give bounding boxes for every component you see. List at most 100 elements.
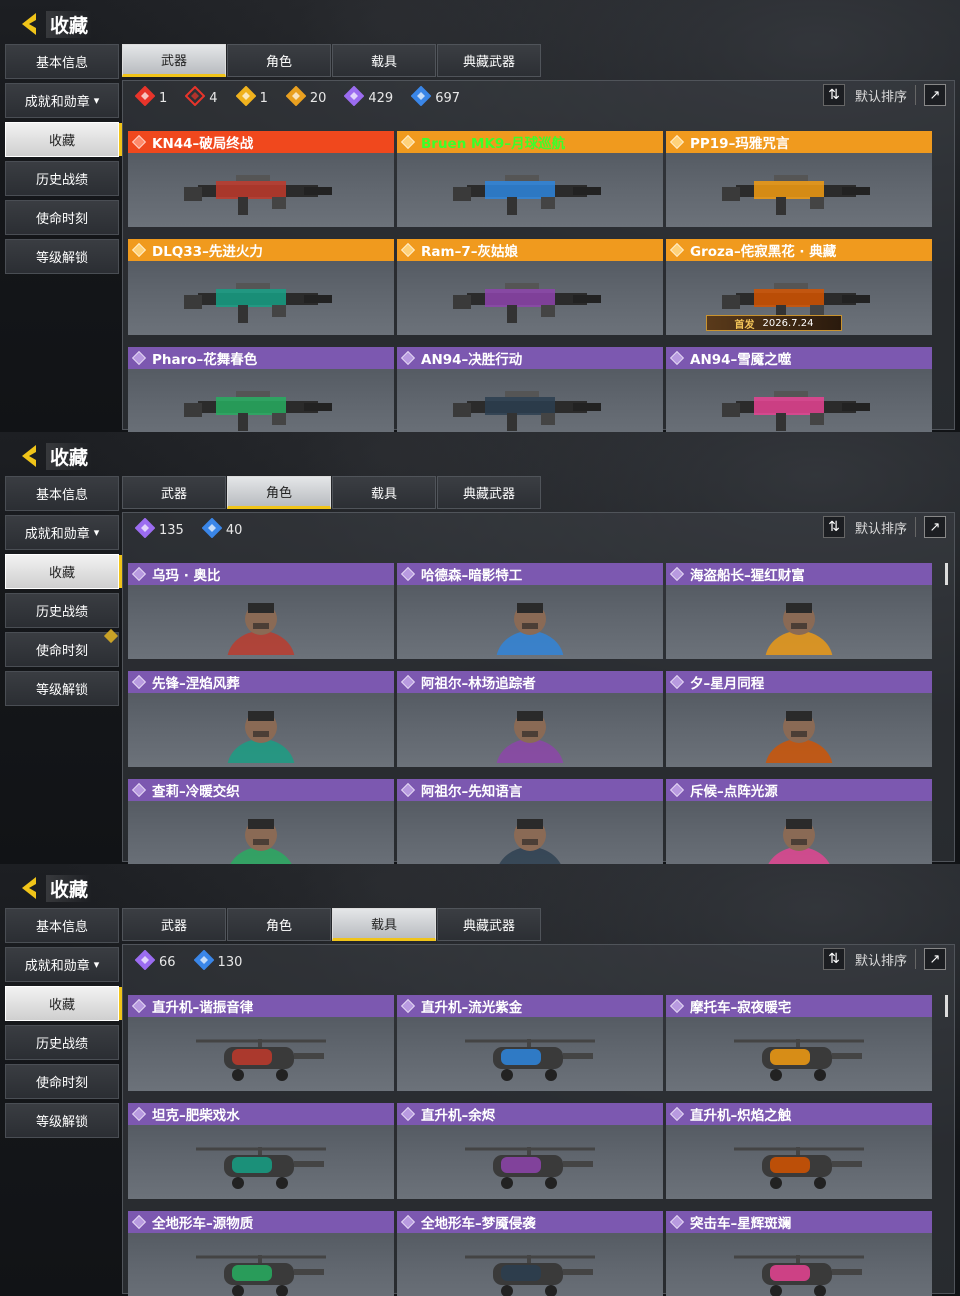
sidebar-item[interactable]: 收藏: [5, 986, 123, 1021]
sort-label[interactable]: 默认排序: [855, 86, 907, 105]
sort-toggle-icon[interactable]: ⇅: [822, 948, 845, 970]
collection-card[interactable]: Pharo–花舞春色: [128, 347, 394, 432]
sidebar-item[interactable]: 历史战绩: [5, 1025, 119, 1060]
sort-label[interactable]: 默认排序: [855, 518, 907, 537]
item-grid: KN44–破局终战 Bruen MK9–月球巡航 PP19–玛雅咒言 DLQ33…: [128, 131, 933, 432]
category-tab[interactable]: 角色: [227, 908, 331, 941]
page-title: 收藏: [46, 442, 93, 470]
collection-card[interactable]: KN44–破局终战: [128, 131, 394, 227]
collection-card[interactable]: 全地形车–梦魇侵袭: [397, 1211, 663, 1296]
share-icon[interactable]: ↗: [924, 516, 946, 538]
scrollbar[interactable]: [945, 995, 948, 1017]
collection-card[interactable]: 摩托车–寂夜暖宅: [666, 995, 932, 1091]
sort-toggle-icon[interactable]: ⇅: [822, 516, 845, 538]
sidebar-item[interactable]: 基本信息: [5, 44, 119, 79]
category-tab[interactable]: 载具: [332, 908, 436, 941]
collection-card[interactable]: AN94–雪魇之噬: [666, 347, 932, 432]
sidebar-item[interactable]: 历史战绩: [5, 593, 119, 628]
collection-card[interactable]: DLQ33–先进火力: [128, 239, 394, 335]
sidebar-item[interactable]: 等级解锁: [5, 1103, 119, 1138]
collection-card[interactable]: 直升机–谐振音律: [128, 995, 394, 1091]
category-tab[interactable]: 武器: [122, 476, 226, 509]
collection-card[interactable]: 突击车–星辉斑斓: [666, 1211, 932, 1296]
collection-card[interactable]: 海盗船长–猩红财富: [666, 563, 932, 659]
collection-card[interactable]: Ram–7–灰姑娘: [397, 239, 663, 335]
category-tab[interactable]: 典藏武器: [437, 908, 541, 941]
category-tab[interactable]: 武器: [122, 44, 226, 77]
sidebar-item[interactable]: 等级解锁: [5, 239, 119, 274]
collection-card[interactable]: PP19–玛雅咒言: [666, 131, 932, 227]
collection-card[interactable]: 阿祖尔–先知语言: [397, 779, 663, 864]
collection-card[interactable]: 直升机–流光紫金: [397, 995, 663, 1091]
card-header: 摩托车–寂夜暖宅: [666, 995, 932, 1017]
card-header: AN94–雪魇之噬: [666, 347, 932, 369]
rarity-gem-icon: [669, 782, 685, 798]
back-arrow-icon[interactable]: [18, 11, 44, 37]
sidebar-item[interactable]: 收藏: [5, 554, 123, 589]
collection-card[interactable]: 直升机–余烬: [397, 1103, 663, 1199]
collection-card[interactable]: 先锋–涅焰风葬: [128, 671, 394, 767]
sidebar-item[interactable]: 使命时刻: [5, 628, 119, 667]
share-icon[interactable]: ↗: [924, 948, 946, 970]
collection-card[interactable]: Groza–侘寂黑花 · 典藏 首发 2026.7.24: [666, 239, 932, 335]
rarity-gem-icon: [131, 1106, 147, 1122]
sidebar-item[interactable]: 基本信息: [5, 476, 119, 511]
collection-card[interactable]: 斥候–点阵光源: [666, 779, 932, 864]
collection-card[interactable]: 哈德森–暗影特工: [397, 563, 663, 659]
sidebar-item[interactable]: 使命时刻: [5, 200, 119, 235]
category-tab[interactable]: 典藏武器: [437, 476, 541, 509]
sort-toggle-icon[interactable]: ⇅: [822, 84, 845, 106]
category-tab[interactable]: 载具: [332, 44, 436, 77]
scrollbar[interactable]: [945, 563, 948, 585]
sidebar-item[interactable]: 等级解锁: [5, 671, 119, 706]
sidebar-item[interactable]: 历史战绩: [5, 161, 119, 196]
card-header: Ram–7–灰姑娘: [397, 239, 663, 261]
collection-card[interactable]: 查莉–冷暖交织: [128, 779, 394, 864]
divider: [915, 949, 916, 969]
card-header: 坦克–肥柴戏水: [128, 1103, 394, 1125]
sidebar-item[interactable]: 基本信息: [5, 908, 119, 943]
card-name: 直升机–炽焰之触: [690, 1108, 792, 1124]
divider: [915, 517, 916, 537]
collection-card[interactable]: Bruen MK9–月球巡航: [397, 131, 663, 227]
share-icon[interactable]: ↗: [924, 84, 946, 106]
rarity-gem-icon: [400, 566, 416, 582]
sidebar-item-label: 成就和勋章: [24, 959, 90, 974]
collection-card[interactable]: AN94–决胜行动: [397, 347, 663, 432]
rarity-gem-icon: [400, 242, 416, 258]
card-header: 阿祖尔–先知语言: [397, 779, 663, 801]
collection-card[interactable]: 夕–星月同程: [666, 671, 932, 767]
sidebar-item[interactable]: 收藏: [5, 122, 123, 157]
sidebar: 基本信息成就和勋章收藏历史战绩使命时刻等级解锁: [5, 908, 123, 1142]
card-header: DLQ33–先进火力: [128, 239, 394, 261]
rarity-gem-icon: [400, 998, 416, 1014]
back-arrow-icon[interactable]: [18, 875, 44, 901]
collection-panel: 收藏 基本信息成就和勋章收藏历史战绩使命时刻等级解锁 武器角色载具典藏武器 66…: [0, 864, 960, 1296]
collection-card[interactable]: 阿祖尔–林场追踪者: [397, 671, 663, 767]
category-tabs: 武器 角色 载具 典藏武器: [122, 908, 542, 941]
sidebar-item[interactable]: 成就和勋章: [5, 83, 119, 118]
sidebar-item[interactable]: 成就和勋章: [5, 515, 119, 550]
category-tab[interactable]: 角色: [227, 476, 331, 509]
character-image: [397, 801, 663, 864]
sidebar-item[interactable]: 使命时刻: [5, 1064, 119, 1099]
rarity-gem-icon: [400, 350, 416, 366]
back-arrow-icon[interactable]: [18, 443, 44, 469]
rarity-stats: 66 130: [134, 949, 260, 973]
category-tab[interactable]: 角色: [227, 44, 331, 77]
rarity-count: 135: [159, 522, 184, 538]
sidebar-item[interactable]: 成就和勋章: [5, 947, 119, 982]
collection-card[interactable]: 坦克–肥柴戏水: [128, 1103, 394, 1199]
sort-label[interactable]: 默认排序: [855, 950, 907, 969]
collection-card[interactable]: 全地形车–源物质: [128, 1211, 394, 1296]
card-name: 查莉–冷暖交织: [152, 784, 240, 800]
weapon-image: [128, 153, 394, 227]
category-tab[interactable]: 载具: [332, 476, 436, 509]
collection-card[interactable]: 直升机–炽焰之触: [666, 1103, 932, 1199]
category-tab[interactable]: 武器: [122, 908, 226, 941]
collection-card[interactable]: 乌玛 · 奥比: [128, 563, 394, 659]
rarity-gem-icon: [400, 1214, 416, 1230]
sidebar-item-label: 等级解锁: [35, 683, 88, 698]
category-tab[interactable]: 典藏武器: [437, 44, 541, 77]
rarity-gem-icon: [669, 674, 685, 690]
